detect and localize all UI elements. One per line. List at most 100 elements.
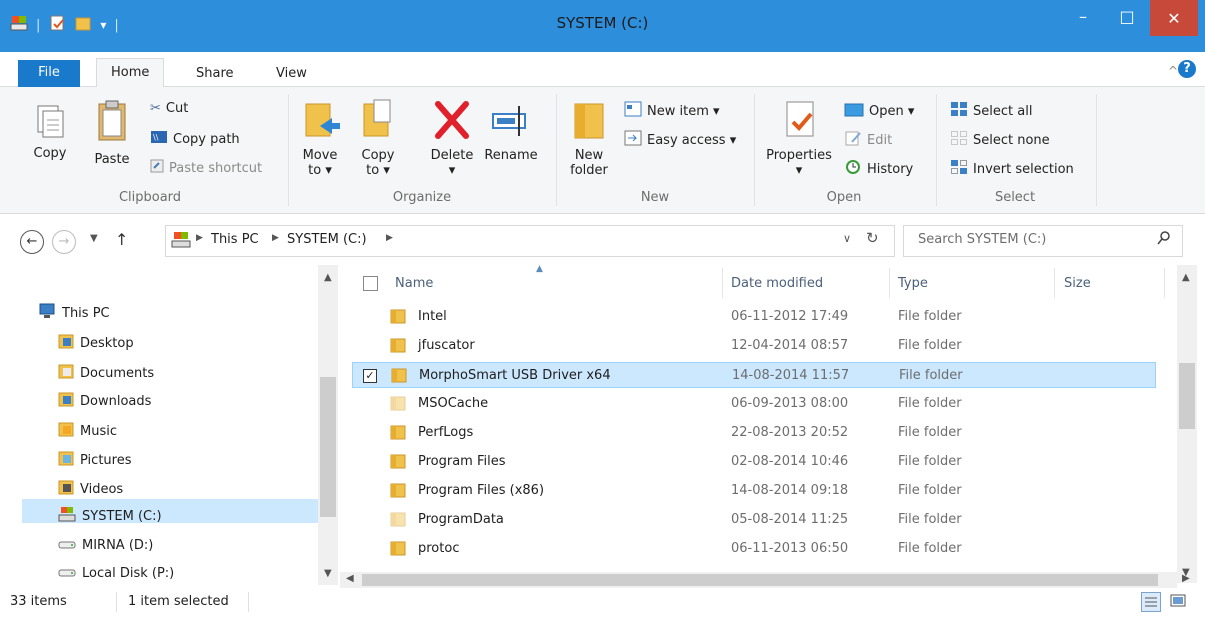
- nav-scrollbar-thumb[interactable]: [320, 377, 336, 517]
- column-header-type[interactable]: Type: [898, 276, 928, 291]
- copy-to-label: Copy: [361, 148, 395, 163]
- status-separator: [116, 592, 117, 612]
- copy-to-button[interactable]: Copy to ▾: [356, 96, 400, 178]
- nav-item-music[interactable]: Music: [58, 421, 117, 441]
- file-row[interactable]: PerfLogs 22-08-2013 20:52 File folder: [352, 420, 1156, 446]
- paste-button[interactable]: Paste: [90, 100, 134, 167]
- column-header-name[interactable]: Name: [395, 276, 433, 291]
- window-title: SYSTEM (C:): [556, 14, 649, 32]
- file-list-scrollbar-thumb[interactable]: [1179, 363, 1195, 429]
- column-header-size[interactable]: Size: [1064, 276, 1091, 291]
- copy-path-label: Copy path: [173, 131, 240, 147]
- select-none-button[interactable]: Select none: [950, 130, 1050, 150]
- nav-item-downloads[interactable]: Downloads: [58, 391, 151, 411]
- scroll-right-icon[interactable]: ▶: [1182, 573, 1190, 584]
- breadcrumb-this-pc[interactable]: This PC: [211, 232, 259, 247]
- select-all-button[interactable]: Select all: [950, 101, 1032, 121]
- file-row[interactable]: Program Files 02-08-2014 10:46 File folder: [352, 449, 1156, 475]
- close-button[interactable]: ✕: [1150, 0, 1198, 36]
- nav-scroll-up-icon[interactable]: ▲: [324, 272, 332, 283]
- column-separator[interactable]: [889, 268, 890, 298]
- folder-icon: [390, 424, 406, 444]
- help-icon[interactable]: ?: [1178, 60, 1196, 78]
- breadcrumb-system-c[interactable]: SYSTEM (C:): [287, 232, 367, 247]
- nav-item-label: MIRNA (D:): [82, 537, 154, 553]
- delete-arrow: ▾: [448, 163, 456, 178]
- search-icon[interactable]: [1157, 230, 1171, 250]
- breadcrumb-chevron-icon[interactable]: ▶: [196, 233, 203, 243]
- file-row[interactable]: jfuscator 12-04-2014 08:57 File folder: [352, 333, 1156, 359]
- minimize-button[interactable]: –: [1060, 0, 1106, 32]
- easy-access-button[interactable]: Easy access ▾: [624, 130, 736, 150]
- nav-item-this-pc[interactable]: This PC: [38, 303, 110, 323]
- move-to-button[interactable]: Move to ▾: [298, 96, 342, 178]
- search-input[interactable]: Search SYSTEM (C:): [918, 232, 1046, 247]
- copy-label: Copy: [33, 146, 67, 161]
- tab-home[interactable]: Home: [96, 58, 165, 88]
- file-type: File folder: [898, 425, 962, 440]
- details-view-icon[interactable]: [1141, 592, 1161, 612]
- properties-button[interactable]: Properties ▾: [760, 96, 838, 178]
- select-all-icon: [950, 101, 968, 121]
- file-type: File folder: [898, 338, 962, 353]
- up-icon[interactable]: ↑: [115, 230, 128, 249]
- back-button[interactable]: ←: [20, 230, 44, 254]
- edit-button[interactable]: Edit: [844, 130, 892, 150]
- column-header-date[interactable]: Date modified: [731, 276, 823, 291]
- select-all-checkbox[interactable]: [363, 276, 378, 291]
- nav-item-mirna-d[interactable]: MIRNA (D:): [58, 535, 153, 555]
- copy-button[interactable]: Copy: [30, 100, 70, 161]
- recent-locations-icon[interactable]: ▼: [90, 233, 98, 244]
- delete-button[interactable]: Delete ▾: [426, 96, 478, 178]
- file-row[interactable]: Intel 06-11-2012 17:49 File folder: [352, 304, 1156, 330]
- open-label[interactable]: Open ▾: [869, 104, 914, 119]
- nav-item-pictures[interactable]: Pictures: [58, 450, 131, 470]
- file-name: Program Files: [418, 454, 506, 469]
- nav-scroll-down-icon[interactable]: ▼: [324, 568, 332, 579]
- column-separator[interactable]: [1054, 268, 1055, 298]
- nav-item-system-c[interactable]: SYSTEM (C:): [58, 506, 162, 526]
- tab-view[interactable]: View: [276, 66, 307, 81]
- collapse-ribbon-icon[interactable]: ^: [1168, 64, 1178, 78]
- open-button[interactable]: Open ▾: [844, 101, 914, 121]
- select-none-icon: [950, 130, 968, 150]
- forward-button[interactable]: →: [52, 230, 76, 254]
- new-folder-button[interactable]: New folder: [566, 96, 612, 178]
- file-row[interactable]: ✓ MorphoSmart USB Driver x64 14-08-2014 11…: [352, 362, 1156, 388]
- file-row[interactable]: protoc 06-11-2013 06:50 File folder: [352, 536, 1156, 562]
- cut-button[interactable]: ✂ Cut: [150, 101, 188, 116]
- list-scroll-up-icon[interactable]: ▲: [1182, 272, 1190, 283]
- copy-path-button[interactable]: \\ Copy path: [150, 130, 240, 148]
- new-item-button[interactable]: New item ▾: [624, 101, 720, 121]
- rename-button[interactable]: Rename: [482, 96, 540, 163]
- nav-item-documents[interactable]: Documents: [58, 363, 154, 383]
- file-row[interactable]: MSOCache 06-09-2013 08:00 File folder: [352, 391, 1156, 417]
- horizontal-scrollbar-thumb[interactable]: [362, 574, 1158, 586]
- file-name: protoc: [418, 541, 460, 556]
- nav-item-desktop[interactable]: Desktop: [58, 333, 134, 353]
- file-date: 02-08-2014 10:46: [731, 454, 849, 469]
- row-checkbox[interactable]: ✓: [363, 369, 377, 383]
- file-row[interactable]: Program Files (x86) 14-08-2014 09:18 File …: [352, 478, 1156, 504]
- nav-item-local-disk-p[interactable]: Local Disk (P:): [58, 563, 174, 583]
- paste-shortcut-button[interactable]: Paste shortcut: [150, 159, 262, 177]
- rename-icon: [492, 106, 526, 136]
- breadcrumb-chevron-icon[interactable]: ▶: [386, 233, 393, 243]
- column-separator[interactable]: [1164, 268, 1165, 298]
- column-separator[interactable]: [722, 268, 723, 298]
- maximize-button[interactable]: □: [1104, 0, 1150, 32]
- file-row[interactable]: ProgramData 05-08-2014 11:25 File folder: [352, 507, 1156, 533]
- tab-file[interactable]: File: [18, 60, 80, 88]
- edit-label: Edit: [867, 132, 893, 148]
- tab-share[interactable]: Share: [196, 66, 234, 81]
- history-button[interactable]: History: [844, 159, 913, 179]
- large-icons-view-icon[interactable]: [1170, 594, 1186, 612]
- refresh-icon[interactable]: ↻: [866, 229, 879, 247]
- scroll-left-icon[interactable]: ◀: [346, 573, 354, 584]
- breadcrumb-chevron-icon[interactable]: ▶: [272, 233, 279, 243]
- address-dropdown-icon[interactable]: ∨: [843, 232, 851, 245]
- move-to-arrow: to ▾: [308, 163, 332, 178]
- nav-item-videos[interactable]: Videos: [58, 479, 123, 499]
- downloads-icon: [58, 391, 74, 411]
- invert-selection-button[interactable]: Invert selection: [950, 159, 1074, 179]
